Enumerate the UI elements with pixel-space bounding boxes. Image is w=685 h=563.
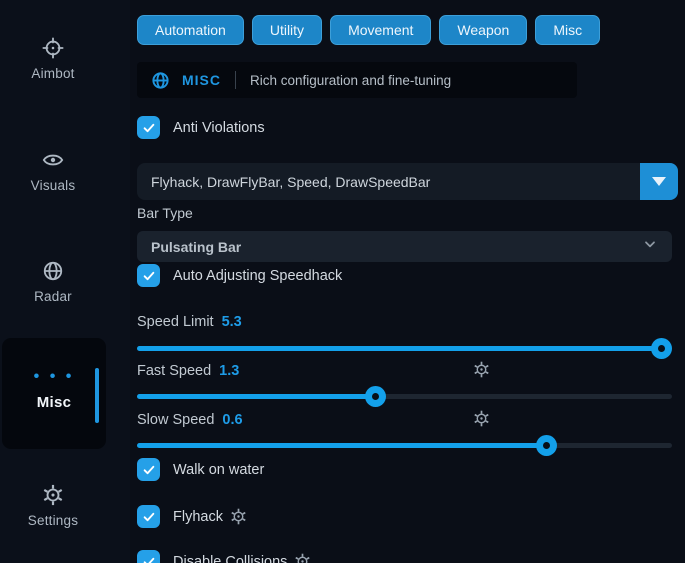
slider-fill bbox=[137, 394, 375, 399]
sidebar-item-aimbot[interactable]: Aimbot bbox=[0, 37, 106, 83]
category-tabs: Automation Utility Movement Weapon Misc bbox=[137, 15, 600, 45]
checkbox-checked-icon bbox=[137, 505, 160, 528]
sidebar-item-visuals[interactable]: Visuals bbox=[0, 149, 106, 195]
gear-icon[interactable] bbox=[230, 508, 247, 525]
slider-fill bbox=[137, 443, 546, 448]
checkbox-walk-on-water[interactable]: Walk on water bbox=[137, 458, 264, 481]
globe-icon bbox=[151, 71, 170, 90]
sidebar-item-label: Misc bbox=[2, 394, 106, 411]
bar-flags-value: Flyhack, DrawFlyBar, Speed, DrawSpeedBar bbox=[137, 174, 640, 190]
sidebar-item-misc[interactable]: • • • Misc bbox=[2, 338, 106, 449]
slider-thumb[interactable] bbox=[365, 386, 386, 407]
speed-limit-slider[interactable] bbox=[137, 338, 672, 358]
ellipsis-icon: • • • bbox=[2, 372, 106, 382]
checkbox-disable-collisions[interactable]: Disable Collisions bbox=[137, 550, 311, 563]
gear-icon[interactable] bbox=[473, 410, 490, 427]
tab-utility[interactable]: Utility bbox=[252, 15, 322, 45]
globe-icon bbox=[42, 260, 64, 282]
tab-label: Utility bbox=[270, 22, 304, 38]
checkbox-label: Walk on water bbox=[173, 462, 264, 478]
gear-icon bbox=[42, 484, 64, 506]
section-title: MISC bbox=[182, 72, 221, 88]
gear-icon[interactable] bbox=[294, 553, 311, 563]
checkbox-flyhack[interactable]: Flyhack bbox=[137, 505, 247, 528]
tab-weapon[interactable]: Weapon bbox=[439, 15, 527, 45]
checkbox-label: Auto Adjusting Speedhack bbox=[173, 268, 342, 284]
speed-limit-label: Speed Limit 5.3 bbox=[137, 314, 242, 330]
bar-type-label: Bar Type bbox=[137, 205, 193, 221]
tab-label: Automation bbox=[155, 22, 226, 38]
section-header: MISC Rich configuration and fine-tuning bbox=[137, 62, 577, 98]
gear-icon[interactable] bbox=[473, 361, 490, 378]
bar-flags-multiselect[interactable]: Flyhack, DrawFlyBar, Speed, DrawSpeedBar bbox=[137, 163, 678, 200]
checkbox-label: Anti Violations bbox=[173, 120, 265, 136]
slow-speed-label: Slow Speed 0.6 bbox=[137, 412, 243, 428]
chevron-down-icon bbox=[642, 236, 658, 257]
tab-label: Misc bbox=[553, 22, 582, 38]
eye-icon bbox=[42, 149, 64, 171]
sidebar-item-settings[interactable]: Settings bbox=[0, 484, 106, 530]
slider-label-text: Fast Speed bbox=[137, 363, 211, 379]
tab-automation[interactable]: Automation bbox=[137, 15, 244, 45]
slow-speed-slider[interactable] bbox=[137, 435, 672, 455]
tab-misc[interactable]: Misc bbox=[535, 15, 600, 45]
checkbox-label: Flyhack bbox=[173, 508, 247, 525]
crosshair-icon bbox=[42, 37, 64, 59]
selected-indicator bbox=[95, 368, 99, 423]
slider-thumb[interactable] bbox=[651, 338, 672, 359]
fast-speed-slider[interactable] bbox=[137, 386, 672, 406]
checkbox-label-text: Flyhack bbox=[173, 509, 223, 525]
slider-label-text: Speed Limit bbox=[137, 314, 214, 330]
sidebar: Aimbot Visuals Radar • • • bbox=[0, 0, 130, 563]
checkbox-checked-icon bbox=[137, 116, 160, 139]
multiselect-open-button[interactable] bbox=[640, 163, 678, 200]
slider-value: 0.6 bbox=[222, 412, 242, 428]
sidebar-item-label: Radar bbox=[34, 289, 72, 304]
section-subtitle: Rich configuration and fine-tuning bbox=[250, 73, 451, 88]
slider-label-text: Slow Speed bbox=[137, 412, 214, 428]
main-panel: Automation Utility Movement Weapon Misc … bbox=[137, 0, 678, 563]
bar-type-select[interactable]: Pulsating Bar bbox=[137, 231, 672, 262]
cheat-menu-window: Aimbot Visuals Radar • • • bbox=[0, 0, 685, 563]
bar-type-value: Pulsating Bar bbox=[151, 239, 241, 255]
divider bbox=[235, 71, 236, 89]
sidebar-item-label: Visuals bbox=[31, 178, 76, 193]
checkbox-label-text: Disable Collisions bbox=[173, 554, 287, 563]
tab-movement[interactable]: Movement bbox=[330, 15, 431, 45]
checkbox-label: Disable Collisions bbox=[173, 553, 311, 563]
checkbox-checked-icon bbox=[137, 458, 160, 481]
slider-thumb[interactable] bbox=[536, 435, 557, 456]
checkbox-checked-icon bbox=[137, 264, 160, 287]
triangle-down-icon bbox=[652, 177, 666, 186]
slider-fill bbox=[137, 346, 661, 351]
tab-label: Movement bbox=[348, 22, 413, 38]
tab-label: Weapon bbox=[457, 22, 509, 38]
checkbox-auto-adjusting-speedhack[interactable]: Auto Adjusting Speedhack bbox=[137, 264, 342, 287]
slider-value: 1.3 bbox=[219, 363, 239, 379]
sidebar-item-radar[interactable]: Radar bbox=[0, 260, 106, 306]
fast-speed-label: Fast Speed 1.3 bbox=[137, 363, 239, 379]
slider-value: 5.3 bbox=[222, 314, 242, 330]
sidebar-item-label: Settings bbox=[28, 513, 78, 528]
checkbox-checked-icon bbox=[137, 550, 160, 563]
sidebar-item-label: Aimbot bbox=[31, 66, 74, 81]
checkbox-anti-violations[interactable]: Anti Violations bbox=[137, 116, 265, 139]
